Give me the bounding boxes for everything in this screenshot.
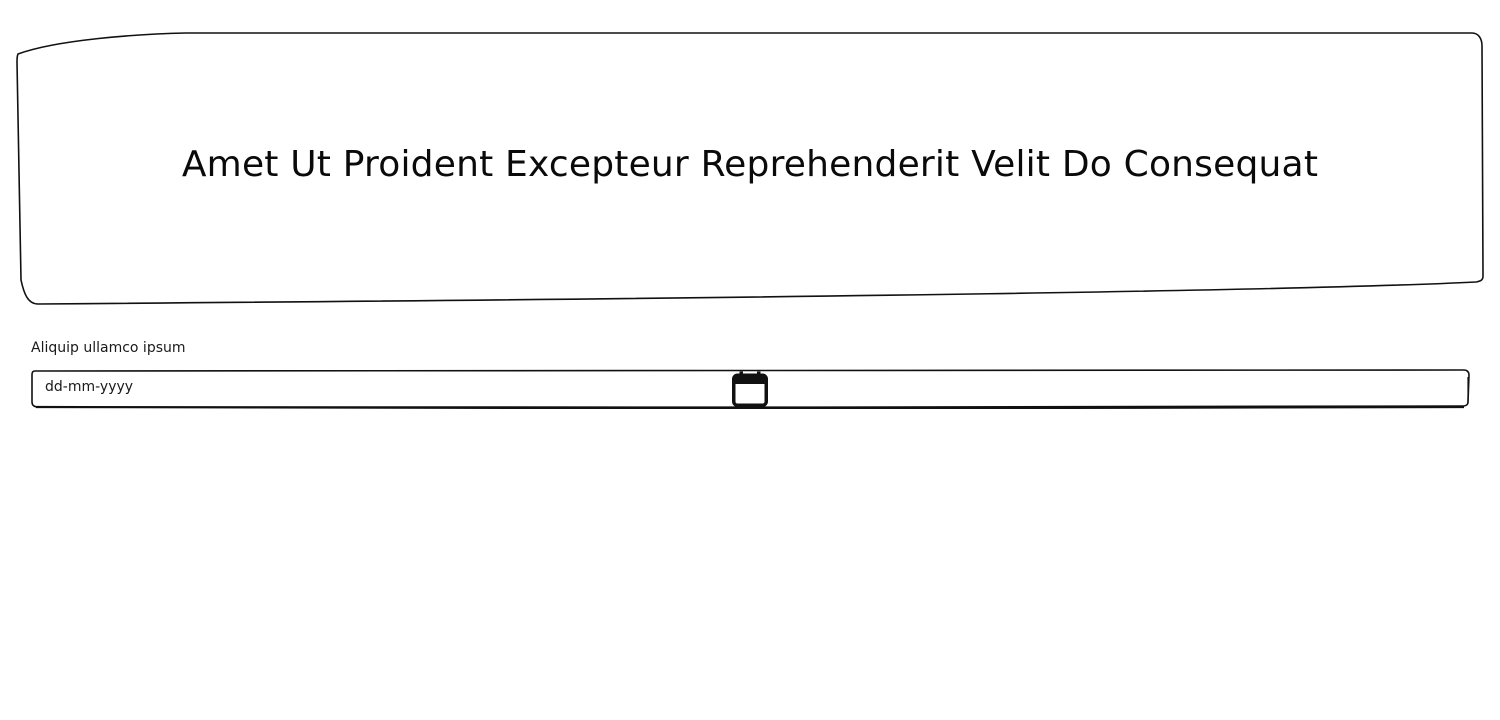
date-input[interactable]: dd-mm-yyyy (30, 369, 1470, 409)
calendar-icon[interactable] (30, 369, 1470, 409)
date-field-label: Aliquip ullamco ipsum (31, 340, 186, 356)
hero-card: Amet Ut Proident Excepteur Reprehenderit… (16, 32, 1484, 306)
page-title: Amet Ut Proident Excepteur Reprehenderit… (181, 143, 1319, 185)
